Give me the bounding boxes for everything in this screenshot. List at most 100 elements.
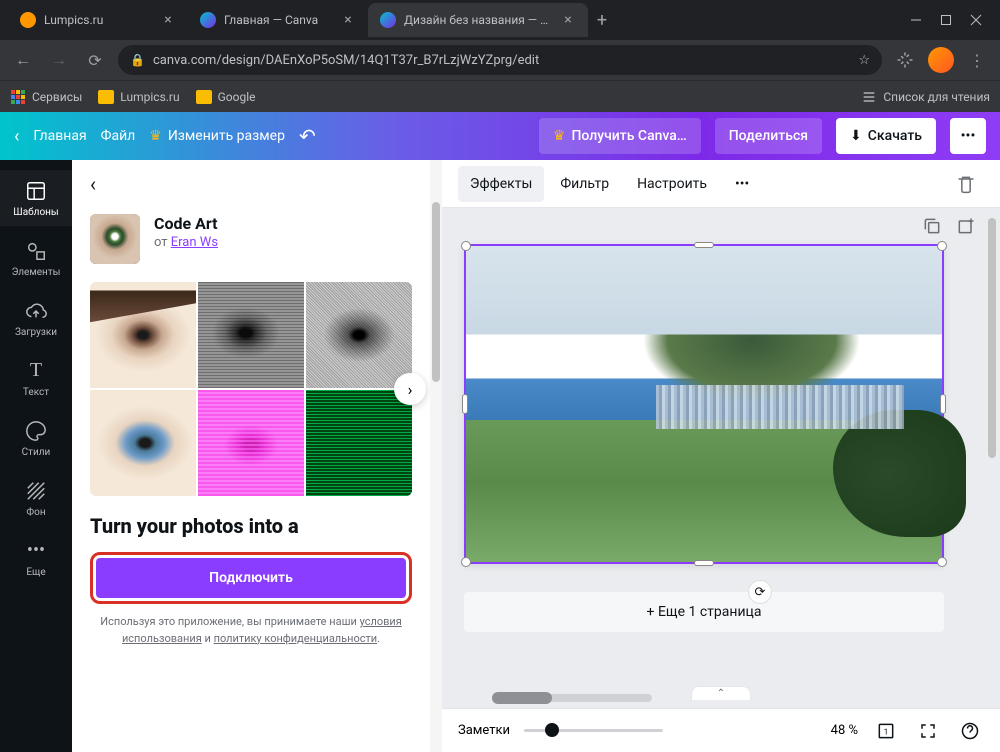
panel-scrollbar[interactable] (430, 160, 442, 752)
canvas-toolbar: Эффекты Фильтр Настроить ••• (442, 160, 1000, 208)
pages-view-icon[interactable]: 1 (872, 717, 900, 745)
zoom-slider[interactable] (524, 729, 663, 732)
resize-handle-w[interactable] (462, 394, 468, 414)
resize-handle-e[interactable] (940, 394, 946, 414)
add-page-icon[interactable] (956, 216, 976, 236)
reading-list[interactable]: Список для чтения (861, 89, 990, 105)
refresh-badge-icon[interactable]: ⟳ (748, 580, 772, 604)
crown-icon: ♛ (553, 128, 566, 144)
maximize-icon[interactable] (940, 14, 952, 26)
address-bar[interactable]: 🔒 canva.com/design/DAEnXoP5oSM/14Q1T37r_… (118, 45, 882, 75)
gallery-next-button[interactable]: › (394, 373, 426, 405)
horizontal-scroll-thumb[interactable] (492, 692, 552, 704)
sidebar-item-styles[interactable]: Стили (0, 410, 72, 466)
reading-list-label: Список для чтения (883, 90, 990, 104)
cloud-upload-icon (24, 299, 48, 323)
browser-tab-canva-home[interactable]: Главная — Canva × (188, 3, 368, 37)
resize-handle-nw[interactable] (461, 241, 471, 251)
browser-tab-lumpics[interactable]: Lumpics.ru × (8, 3, 188, 37)
duplicate-page-icon[interactable] (922, 216, 942, 236)
app-disclaimer: Используя это приложение, вы принимаете … (90, 614, 412, 647)
canva-resize-button[interactable]: ♛ Изменить размер (149, 128, 285, 144)
sidebar-item-uploads[interactable]: Загрузки (0, 290, 72, 346)
sidebar-item-templates[interactable]: Шаблоны (0, 170, 72, 226)
minimize-icon[interactable] (910, 14, 922, 26)
resize-handle-sw[interactable] (461, 557, 471, 567)
close-icon[interactable]: × (160, 12, 176, 28)
canva-file-menu[interactable]: Файл (101, 128, 136, 144)
canva-home-link[interactable]: Главная (33, 128, 86, 144)
selected-image[interactable] (464, 244, 944, 564)
sidebar-label: Стили (22, 447, 51, 458)
sidebar-item-background[interactable]: Фон (0, 470, 72, 526)
design-page[interactable] (464, 244, 944, 564)
new-tab-button[interactable]: + (588, 6, 616, 34)
bookmark-lumpics[interactable]: Lumpics.ru (98, 90, 179, 104)
filter-button[interactable]: Фильтр (548, 166, 621, 202)
scrollbar-thumb[interactable] (988, 218, 996, 458)
slider-thumb[interactable] (545, 723, 559, 737)
close-window-icon[interactable] (970, 14, 982, 26)
browser-tab-canva-design[interactable]: Дизайн без названия — 1024 × (368, 3, 588, 37)
sidebar-item-text[interactable]: T Текст (0, 350, 72, 406)
collapse-tab[interactable]: ⌃ (691, 686, 751, 700)
gallery-image (90, 390, 196, 496)
button-label: Поделиться (729, 128, 808, 144)
canva-header: ‹ Главная Файл ♛ Изменить размер ↶ ♛ Пол… (0, 112, 1000, 160)
reload-button[interactable]: ⟳ (82, 47, 108, 73)
privacy-link[interactable]: политику конфиденциальности (214, 632, 378, 645)
canva-back-button[interactable]: ‹ (14, 126, 19, 147)
share-button[interactable]: Поделиться (715, 118, 822, 154)
bookmark-label: Lumpics.ru (120, 90, 179, 104)
resize-handle-n[interactable] (694, 242, 714, 248)
close-icon[interactable]: × (340, 12, 356, 28)
notes-button[interactable]: Заметки (458, 723, 510, 738)
add-page-button[interactable]: ⟳ + Еще 1 страница (464, 592, 944, 632)
extensions-icon[interactable] (892, 47, 918, 73)
delete-icon[interactable] (948, 166, 984, 202)
browser-toolbar: ← → ⟳ 🔒 canva.com/design/DAEnXoP5oSM/14Q… (0, 40, 1000, 80)
bookmark-services[interactable]: Сервисы (10, 89, 82, 105)
browser-tabs: Lumpics.ru × Главная — Canva × Дизайн бе… (8, 3, 910, 37)
page-actions (922, 216, 976, 236)
canva-undo-button[interactable]: ↶ (299, 124, 316, 148)
add-page-label: + Еще 1 страница (647, 604, 762, 620)
back-button[interactable]: ← (10, 47, 36, 73)
lock-icon: 🔒 (130, 53, 145, 67)
author-link[interactable]: Eran Ws (171, 235, 218, 250)
resize-handle-s[interactable] (694, 560, 714, 566)
sidebar-label: Фон (26, 507, 45, 518)
scrollbar-thumb[interactable] (432, 202, 440, 382)
sidebar-item-elements[interactable]: Элементы (0, 230, 72, 286)
text-icon: T (24, 359, 48, 383)
resize-handle-ne[interactable] (937, 241, 947, 251)
gallery-image (90, 282, 196, 388)
adjust-button[interactable]: Настроить (625, 166, 719, 202)
download-button[interactable]: ⬇ Скачать (836, 118, 936, 154)
canvas-vertical-scrollbar[interactable] (986, 208, 998, 686)
close-icon[interactable]: × (560, 12, 576, 28)
more-button[interactable]: ••• (723, 166, 761, 202)
more-options-button[interactable]: ••• (950, 118, 986, 154)
profile-avatar[interactable] (928, 47, 954, 73)
get-canva-pro-button[interactable]: ♛ Получить Canva… (539, 118, 701, 154)
button-label: Получить Canva… (571, 128, 686, 144)
canvas-scroll[interactable]: ⟳ + Еще 1 страница (442, 208, 1000, 686)
resize-handle-se[interactable] (937, 557, 947, 567)
bookmark-google[interactable]: Google (196, 90, 256, 104)
forward-button[interactable]: → (46, 47, 72, 73)
fullscreen-icon[interactable] (914, 717, 942, 745)
star-icon[interactable]: ☆ (858, 53, 870, 68)
highlight-annotation: Подключить (90, 552, 412, 604)
panel-back-button[interactable]: ‹ (72, 160, 430, 208)
author-prefix: от (154, 235, 171, 250)
url-text: canva.com/design/DAEnXoP5oSM/14Q1T37r_B7… (153, 53, 539, 68)
templates-icon (24, 179, 48, 203)
slider-track[interactable] (524, 729, 663, 732)
connect-button[interactable]: Подключить (96, 558, 406, 598)
sidebar-item-more[interactable]: ••• Еще (0, 530, 72, 586)
effects-button[interactable]: Эффекты (458, 166, 544, 202)
help-icon[interactable] (956, 717, 984, 745)
nav-label: Файл (101, 128, 136, 144)
menu-icon[interactable]: ⋮ (964, 47, 990, 73)
